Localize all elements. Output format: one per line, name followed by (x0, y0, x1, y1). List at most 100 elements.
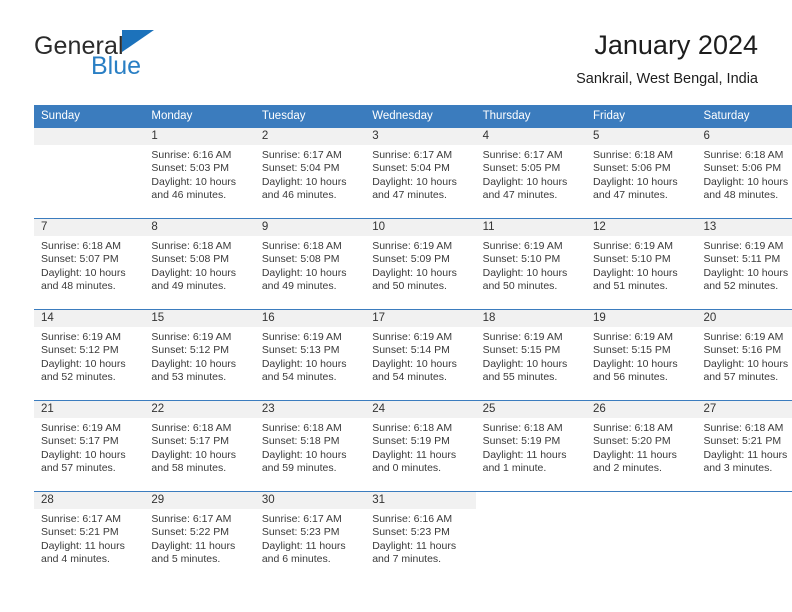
sunset-text: Sunset: 5:08 PM (261, 253, 340, 266)
sunset-text: Sunset: 5:22 PM (151, 526, 230, 539)
calendar-day-cell[interactable]: 31 Sunrise: 6:16 AM Sunset: 5:23 PM Dayligh… (365, 491, 476, 582)
calendar-cell-inner: 9 Sunrise: 6:18 AM Sunset: 5:08 PM Daylight… (254, 219, 366, 309)
calendar-day-cell[interactable]: 10 Sunrise: 6:19 AM Sunset: 5:09 PM Dayligh… (365, 218, 476, 310)
day-number: 26 (586, 401, 697, 418)
daylight-text-line1: Daylight: 10 hours (703, 266, 789, 279)
brand-name-blue: Blue (91, 52, 142, 80)
calendar-day-cell[interactable]: 14 Sunrise: 6:19 AM Sunset: 5:12 PM Dayligh… (34, 309, 145, 401)
daylight-text-line1: Daylight: 10 hours (372, 357, 457, 370)
daylight-text-line1: Daylight: 11 hours (703, 448, 788, 461)
day-number: 20 (696, 310, 792, 327)
sunrise-text: Sunrise: 6:19 AM (482, 240, 563, 252)
day-details: Sunrise: 6:19 AM Sunset: 5:10 PM Daylight:… (476, 236, 586, 294)
calendar-day-cell[interactable]: 26 Sunrise: 6:18 AM Sunset: 5:20 PM Dayligh… (586, 400, 697, 492)
calendar-day-cell[interactable]: 9 Sunrise: 6:18 AM Sunset: 5:08 PM Daylight… (254, 218, 366, 310)
sunset-text: Sunset: 5:12 PM (151, 344, 230, 357)
daylight-text-line1: Daylight: 10 hours (482, 175, 568, 188)
calendar-day-cell[interactable]: 22 Sunrise: 6:18 AM Sunset: 5:17 PM Dayligh… (144, 400, 255, 492)
sunrise-text: Sunrise: 6:19 AM (41, 331, 121, 343)
calendar-day-cell[interactable]: 5 Sunrise: 6:18 AM Sunset: 5:06 PM Daylight… (586, 128, 697, 219)
calendar-day-cell[interactable]: 19 Sunrise: 6:19 AM Sunset: 5:15 PM Dayligh… (586, 309, 697, 401)
calendar-cell-inner (586, 492, 697, 582)
calendar-day-cell[interactable]: 7 Sunrise: 6:18 AM Sunset: 5:07 PM Daylight… (34, 218, 145, 310)
calendar-day-cell[interactable]: 4 Sunrise: 6:17 AM Sunset: 5:05 PM Daylight… (475, 128, 587, 219)
calendar-day-cell[interactable]: 30 Sunrise: 6:17 AM Sunset: 5:23 PM Dayligh… (254, 491, 366, 582)
day-details: Sunrise: 6:19 AM Sunset: 5:12 PM Daylight:… (144, 327, 254, 385)
daylight-text-line2: and 51 minutes. (593, 280, 668, 293)
calendar-cell-inner: 24 Sunrise: 6:18 AM Sunset: 5:19 PM Dayligh… (365, 401, 476, 491)
sunset-text: Sunset: 5:17 PM (151, 435, 230, 448)
sunrise-text: Sunrise: 6:19 AM (703, 331, 784, 343)
day-details: Sunrise: 6:19 AM Sunset: 5:09 PM Daylight:… (365, 236, 475, 294)
calendar-week-row: 21 Sunrise: 6:19 AM Sunset: 5:17 PM Dayligh… (34, 400, 792, 492)
calendar-cell-inner: 15 Sunrise: 6:19 AM Sunset: 5:12 PM Dayligh… (144, 310, 255, 400)
calendar-day-cell[interactable]: 29 Sunrise: 6:17 AM Sunset: 5:22 PM Dayligh… (144, 491, 255, 582)
calendar-day-cell[interactable]: 16 Sunrise: 6:19 AM Sunset: 5:13 PM Dayligh… (254, 309, 366, 401)
day-number: 24 (365, 401, 476, 418)
calendar-cell-inner: 20 Sunrise: 6:19 AM Sunset: 5:16 PM Dayligh… (696, 310, 792, 400)
calendar-day-cell[interactable]: 15 Sunrise: 6:19 AM Sunset: 5:12 PM Dayligh… (144, 309, 255, 401)
calendar-day-cell[interactable]: 1 Sunrise: 6:16 AM Sunset: 5:03 PM Daylight… (144, 128, 255, 219)
sunrise-text: Sunrise: 6:19 AM (372, 331, 453, 343)
calendar-day-cell[interactable]: 28 Sunrise: 6:17 AM Sunset: 5:21 PM Dayligh… (34, 491, 145, 582)
calendar-day-cell[interactable]: 17 Sunrise: 6:19 AM Sunset: 5:14 PM Dayligh… (365, 309, 476, 401)
sunset-text: Sunset: 5:14 PM (372, 344, 450, 357)
weekday-header-monday: Monday (144, 105, 255, 128)
sunrise-text: Sunrise: 6:17 AM (482, 149, 563, 161)
calendar-day-cell[interactable]: 21 Sunrise: 6:19 AM Sunset: 5:17 PM Dayligh… (34, 400, 145, 492)
calendar-cell-inner (34, 128, 145, 218)
weekday-header-sunday: Sunday (34, 105, 145, 128)
daylight-text-line2: and 3 minutes. (703, 462, 773, 475)
weekday-header-thursday: Thursday (475, 105, 587, 128)
daylight-text-line2: and 57 minutes. (703, 371, 779, 384)
calendar-cell-empty (586, 491, 697, 582)
calendar-day-cell[interactable]: 13 Sunrise: 6:19 AM Sunset: 5:11 PM Dayligh… (696, 218, 792, 310)
calendar-cell-inner: 17 Sunrise: 6:19 AM Sunset: 5:14 PM Dayligh… (365, 310, 476, 400)
daylight-text-line1: Daylight: 10 hours (261, 357, 347, 370)
calendar-day-cell[interactable]: 3 Sunrise: 6:17 AM Sunset: 5:04 PM Daylight… (365, 128, 476, 219)
daylight-text-line2: and 57 minutes. (41, 462, 116, 475)
calendar-cell-empty (696, 491, 792, 582)
daylight-text-line1: Daylight: 11 hours (151, 539, 236, 552)
sunset-text: Sunset: 5:04 PM (372, 162, 450, 175)
day-number: 16 (254, 310, 366, 327)
calendar-cell-inner: 21 Sunrise: 6:19 AM Sunset: 5:17 PM Dayligh… (34, 401, 145, 491)
calendar-cell-inner: 5 Sunrise: 6:18 AM Sunset: 5:06 PM Daylight… (586, 128, 697, 218)
calendar-day-cell[interactable]: 25 Sunrise: 6:18 AM Sunset: 5:19 PM Dayligh… (475, 400, 587, 492)
daylight-text-line2: and 1 minute. (482, 462, 547, 475)
calendar-body: 1 Sunrise: 6:16 AM Sunset: 5:03 PM Daylight… (34, 128, 792, 582)
sunset-text: Sunset: 5:13 PM (261, 344, 340, 357)
calendar-day-cell[interactable]: 24 Sunrise: 6:18 AM Sunset: 5:19 PM Dayligh… (365, 400, 476, 492)
day-details: Sunrise: 6:18 AM Sunset: 5:06 PM Daylight:… (586, 145, 696, 203)
calendar-day-cell[interactable]: 27 Sunrise: 6:18 AM Sunset: 5:21 PM Dayligh… (696, 400, 792, 492)
calendar-day-cell[interactable]: 11 Sunrise: 6:19 AM Sunset: 5:10 PM Dayligh… (475, 218, 587, 310)
daylight-text-line1: Daylight: 10 hours (261, 448, 347, 461)
day-details: Sunrise: 6:17 AM Sunset: 5:23 PM Daylight:… (255, 509, 365, 567)
calendar-day-cell[interactable]: 18 Sunrise: 6:19 AM Sunset: 5:15 PM Dayligh… (475, 309, 587, 401)
day-details: Sunrise: 6:19 AM Sunset: 5:15 PM Daylight:… (476, 327, 586, 385)
title-block: January 2024 Sankrail, West Bengal, Indi… (576, 28, 758, 90)
calendar-day-cell[interactable]: 23 Sunrise: 6:18 AM Sunset: 5:18 PM Dayligh… (254, 400, 366, 492)
day-details: Sunrise: 6:17 AM Sunset: 5:22 PM Daylight:… (144, 509, 254, 567)
day-details: Sunrise: 6:17 AM Sunset: 5:21 PM Daylight:… (34, 509, 144, 567)
daylight-text-line2: and 56 minutes. (593, 371, 668, 384)
sunrise-text: Sunrise: 6:18 AM (703, 149, 784, 161)
daylight-text-line2: and 49 minutes. (261, 280, 337, 293)
day-number: 5 (586, 128, 697, 145)
day-number: 12 (586, 219, 697, 236)
brand-logo[interactable]: General Blue (34, 30, 234, 90)
sunset-text: Sunset: 5:04 PM (261, 162, 340, 175)
calendar-day-cell[interactable]: 20 Sunrise: 6:19 AM Sunset: 5:16 PM Dayligh… (696, 309, 792, 401)
sunset-text: Sunset: 5:12 PM (41, 344, 119, 357)
day-details: Sunrise: 6:19 AM Sunset: 5:17 PM Daylight:… (34, 418, 144, 476)
daylight-text-line1: Daylight: 11 hours (41, 539, 125, 552)
calendar-day-cell[interactable]: 2 Sunrise: 6:17 AM Sunset: 5:04 PM Daylight… (254, 128, 366, 219)
sunset-text: Sunset: 5:16 PM (703, 344, 782, 357)
calendar-day-cell[interactable]: 8 Sunrise: 6:18 AM Sunset: 5:08 PM Daylight… (144, 218, 255, 310)
page-header: General Blue January 2024 Sankrail, West… (34, 30, 758, 98)
day-number: 27 (696, 401, 792, 418)
calendar-day-cell[interactable]: 6 Sunrise: 6:18 AM Sunset: 5:06 PM Daylight… (696, 128, 792, 219)
calendar-cell-inner: 29 Sunrise: 6:17 AM Sunset: 5:22 PM Dayligh… (144, 492, 255, 582)
calendar-day-cell[interactable]: 12 Sunrise: 6:19 AM Sunset: 5:10 PM Dayligh… (586, 218, 697, 310)
calendar-week-row: 1 Sunrise: 6:16 AM Sunset: 5:03 PM Daylight… (34, 128, 792, 219)
